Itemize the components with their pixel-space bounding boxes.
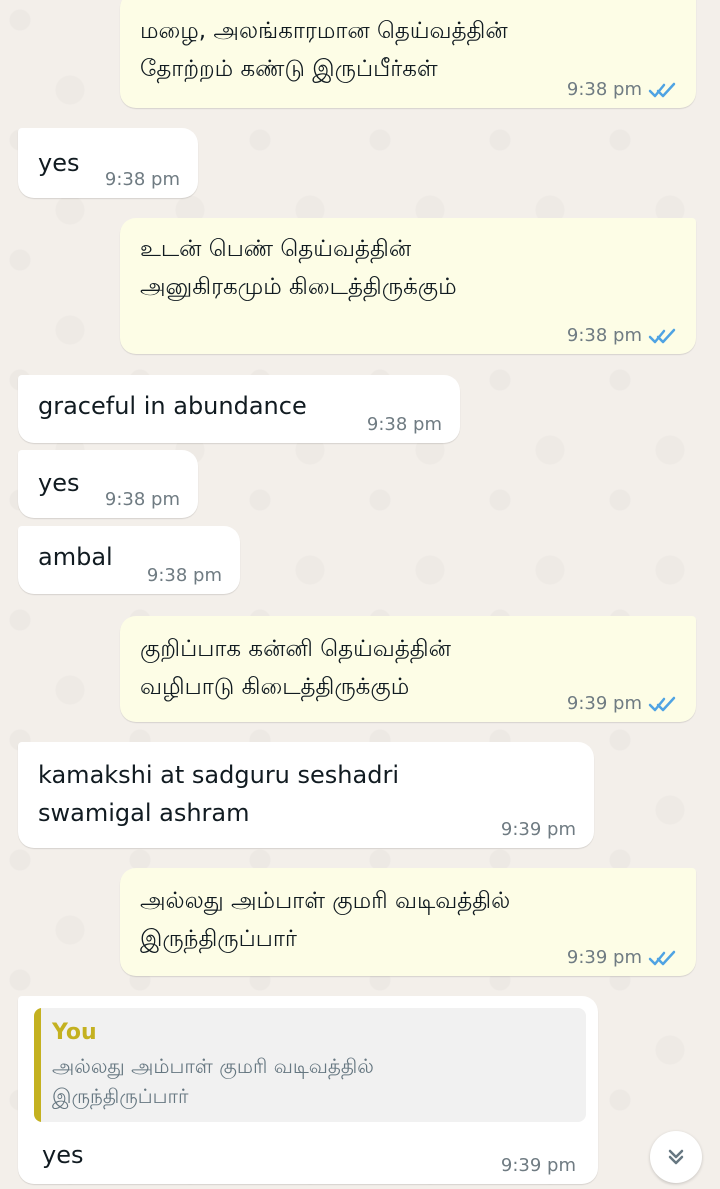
message-meta: 9:38 pm: [567, 325, 678, 346]
reply-quote-accent-bar: [34, 1008, 41, 1122]
message-text: உடன் பெண் தெய்வத்தின் அனுகிரகமும் கிடைத்…: [140, 230, 678, 306]
message-sent-2[interactable]: உடன் பெண் தெய்வத்தின் அனுகிரகமும் கிடைத்…: [120, 218, 696, 354]
message-line-1: குறிப்பாக கன்னி தெய்வத்தின்: [140, 636, 451, 662]
message-sent-1[interactable]: மழை, அலங்காரமான தெய்வத்தின் தோற்றம் கண்ட…: [120, 0, 696, 108]
reply-quote[interactable]: You அல்லது அம்பாள் குமரி வடிவத்தில் இருந…: [34, 1008, 586, 1122]
message-received-5[interactable]: kamakshi at sadguru seshadri swamigal as…: [18, 742, 594, 848]
message-received-3[interactable]: yes 9:38 pm: [18, 450, 198, 518]
message-text: மழை, அலங்காரமான தெய்வத்தின் தோற்றம் கண்ட…: [140, 12, 678, 88]
message-line-1: உடன் பெண் தெய்வத்தின்: [140, 236, 412, 262]
message-line-1: அல்லது அம்பாள் குமரி வடிவத்தில்: [140, 888, 511, 914]
message-meta: 9:38 pm: [105, 169, 180, 190]
message-meta: 9:39 pm: [567, 693, 678, 714]
double-chevron-down-icon: [668, 1149, 684, 1165]
message-meta: 9:38 pm: [105, 489, 180, 510]
message-meta: 9:38 pm: [567, 79, 678, 100]
message-received-reply[interactable]: You அல்லது அம்பாள் குமரி வடிவத்தில் இருந…: [18, 996, 598, 1184]
message-sent-4[interactable]: அல்லது அம்பாள் குமரி வடிவத்தில் இருந்திர…: [120, 868, 696, 976]
message-time: 9:39 pm: [566, 693, 642, 714]
double-check-icon: [648, 950, 676, 965]
message-received-4[interactable]: ambal 9:38 pm: [18, 526, 240, 594]
message-line-2: அனுகிரகமும் கிடைத்திருக்கும்: [140, 274, 457, 300]
message-line-1: மழை, அலங்காரமான தெய்வத்தின்: [140, 18, 508, 44]
double-check-icon: [648, 696, 676, 711]
message-line-2: swamigal ashram: [38, 799, 250, 827]
reply-text: அல்லது அம்பாள் குமரி வடிவத்தில் இருந்திர…: [52, 1051, 502, 1111]
double-check-icon: [648, 82, 676, 97]
message-time: 9:38 pm: [566, 79, 642, 100]
message-time: 9:38 pm: [104, 489, 180, 510]
message-meta: 9:39 pm: [567, 947, 678, 968]
message-sent-3[interactable]: குறிப்பாக கன்னி தெய்வத்தின் வழிபாடு கிடை…: [120, 616, 696, 722]
double-check-icon: [648, 328, 676, 343]
scroll-to-bottom-button[interactable]: [650, 1131, 702, 1183]
reply-line-2: இருந்திருப்பார்: [52, 1084, 189, 1108]
message-text: yes: [42, 1136, 580, 1174]
message-received-1[interactable]: yes 9:38 pm: [18, 128, 198, 198]
message-meta: 9:39 pm: [501, 1155, 576, 1176]
message-text: kamakshi at sadguru seshadri swamigal as…: [38, 756, 576, 832]
message-line-1: kamakshi at sadguru seshadri: [38, 761, 399, 789]
message-time: 9:39 pm: [566, 947, 642, 968]
message-time: 9:38 pm: [366, 414, 442, 435]
message-line-1: yes: [42, 1141, 84, 1169]
message-meta: 9:38 pm: [367, 414, 442, 435]
message-time: 9:39 pm: [500, 1155, 576, 1176]
reply-author: You: [52, 1020, 97, 1045]
message-time: 9:38 pm: [146, 565, 222, 586]
message-time: 9:39 pm: [500, 819, 576, 840]
reply-line-1: அல்லது அம்பாள் குமரி வடிவத்தில்: [52, 1054, 374, 1078]
message-time: 9:38 pm: [566, 325, 642, 346]
message-meta: 9:39 pm: [501, 819, 576, 840]
message-meta: 9:38 pm: [147, 565, 222, 586]
message-received-2[interactable]: graceful in abundance 9:38 pm: [18, 375, 460, 443]
message-time: 9:38 pm: [104, 169, 180, 190]
